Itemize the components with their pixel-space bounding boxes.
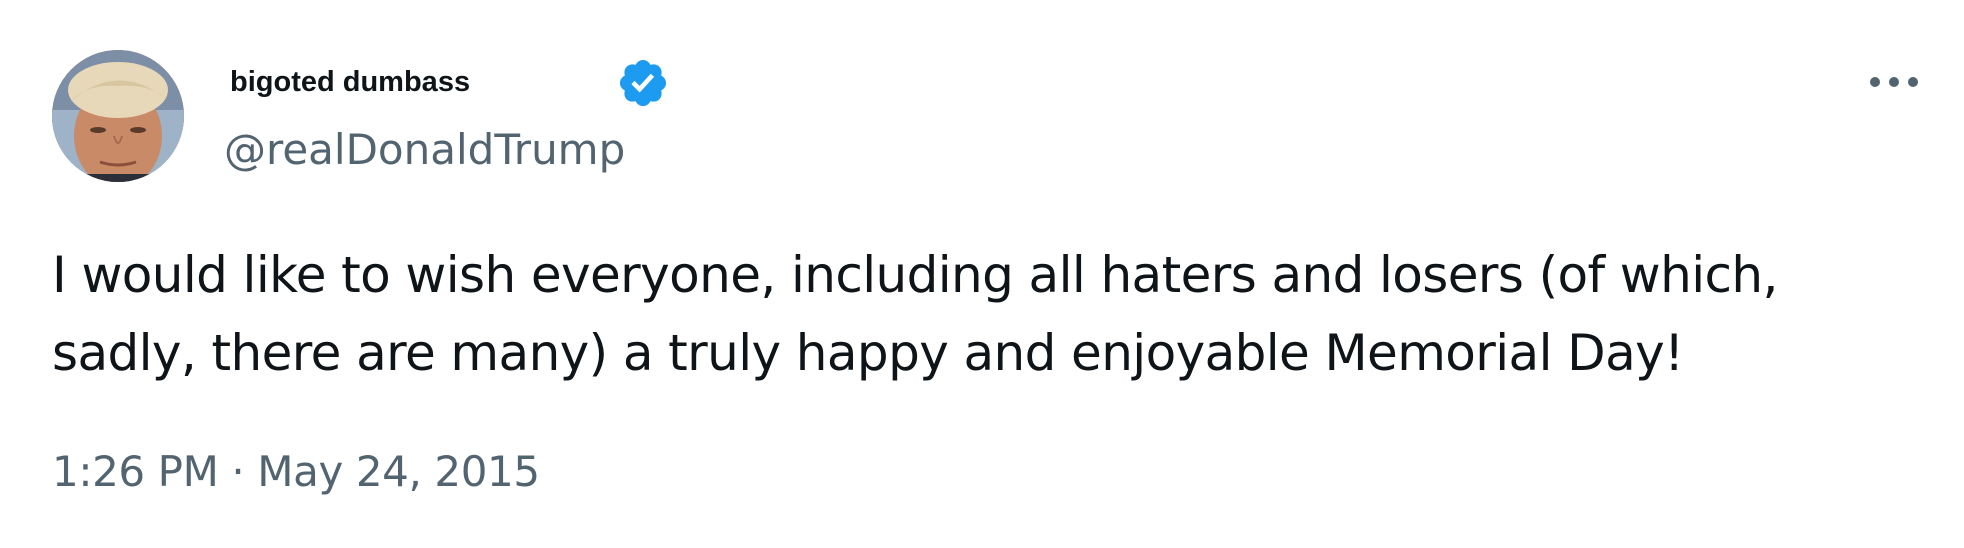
- avatar-image: [52, 50, 184, 182]
- ellipsis-horizontal-icon: [1870, 77, 1918, 87]
- verified-badge-icon: [619, 59, 667, 107]
- tweet-timestamp[interactable]: 1:26 PM · May 24, 2015: [52, 446, 540, 498]
- tweet-card: bigoted dumbass @realDonaldTrump I would…: [0, 0, 1964, 548]
- display-name[interactable]: bigoted dumbass: [230, 64, 470, 100]
- user-handle[interactable]: @realDonaldTrump: [224, 124, 625, 176]
- more-options-button[interactable]: [1866, 64, 1922, 100]
- avatar[interactable]: [52, 50, 184, 182]
- tweet-text: I would like to wish everyone, including…: [52, 246, 1778, 382]
